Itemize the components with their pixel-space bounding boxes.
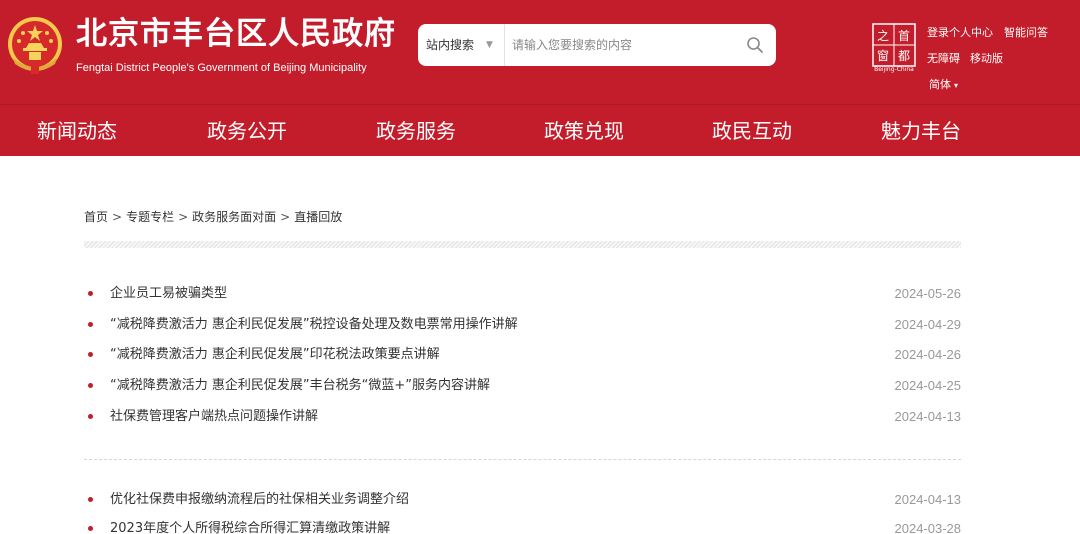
list-item[interactable]: “减税降费激活力 惠企利民促发展”税控设备处理及数电票常用操作讲解 2024-0… [84, 314, 961, 336]
list-item-date: 2024-03-28 [894, 521, 962, 534]
bullet-icon [88, 291, 93, 296]
nav-item-gov-affairs[interactable]: 政务公开 [207, 117, 287, 145]
list-item-title[interactable]: 社保费管理客户端热点问题操作讲解 [110, 408, 318, 426]
language-label: 简体 [929, 78, 951, 91]
bullet-icon [88, 414, 93, 419]
login-link[interactable]: 登录个人中心 [927, 25, 993, 41]
capital-logo-char: 之 [877, 29, 889, 43]
breadcrumb-separator: > [112, 210, 123, 224]
nav-item-fengtai[interactable]: 魅力丰台 [881, 117, 961, 145]
mobile-version-link[interactable]: 移动版 [970, 51, 1003, 67]
breadcrumb: 首页 > 专题专栏 > 政务服务面对面 > 直播回放 [84, 208, 342, 226]
capital-logo-char: 窗 [877, 49, 889, 63]
list-item[interactable]: 企业员工易被骗类型 2024-05-26 [84, 283, 961, 305]
capital-logo-caption: Beijing-China [874, 66, 914, 73]
list-item-date: 2024-05-26 [894, 286, 962, 301]
list-item-date: 2024-04-26 [894, 347, 962, 362]
list-item-date: 2024-04-29 [894, 317, 962, 332]
list-item-title[interactable]: “减税降费激活力 惠企利民促发展”印花税法政策要点讲解 [110, 346, 440, 364]
breadcrumb-current: 直播回放 [294, 210, 343, 224]
breadcrumb-divider [84, 241, 961, 248]
nav-item-gov-services[interactable]: 政务服务 [376, 117, 456, 145]
chevron-down-icon: ▾ [954, 81, 959, 90]
chevron-down-icon[interactable]: ▼ [486, 37, 493, 53]
list-item-title[interactable]: 优化社保费申报缴纳流程后的社保相关业务调整介绍 [110, 491, 409, 509]
search-divider [504, 24, 505, 66]
list-item[interactable]: “减税降费激活力 惠企利民促发展”丰台税务“微蓝+”服务内容讲解 2024-04… [84, 375, 961, 397]
nav-item-policy[interactable]: 政策兑现 [544, 117, 624, 145]
capital-logo-char: 都 [898, 49, 910, 63]
site-header: 北京市丰台区人民政府 Fengtai District People's Gov… [0, 0, 1080, 104]
site-subtitle: Fengtai District People's Government of … [76, 62, 367, 74]
site-title[interactable]: 北京市丰台区人民政府 [76, 14, 396, 54]
search-icon[interactable] [746, 36, 764, 54]
breadcrumb-services-face-to-face[interactable]: 政务服务面对面 [192, 210, 276, 224]
main-nav: 新闻动态 政务公开 政务服务 政策兑现 政民互动 魅力丰台 [0, 104, 1080, 156]
accessibility-link[interactable]: 无障碍 [927, 51, 960, 67]
breadcrumb-special-topics[interactable]: 专题专栏 [126, 210, 174, 224]
list-group-divider [84, 459, 961, 460]
breadcrumb-separator: > [280, 210, 291, 224]
breadcrumb-home[interactable]: 首页 [84, 210, 108, 224]
search-box: 站内搜索 ▼ [418, 24, 776, 66]
bullet-icon [88, 383, 93, 388]
bullet-icon [88, 526, 93, 531]
list-item-title[interactable]: 2023年度个人所得税综合所得汇算清缴政策讲解 [110, 520, 390, 534]
list-item[interactable]: 优化社保费申报缴纳流程后的社保相关业务调整介绍 2024-04-13 [84, 489, 961, 511]
list-item-date: 2024-04-25 [894, 378, 962, 393]
list-item-title[interactable]: “减税降费激活力 惠企利民促发展”丰台税务“微蓝+”服务内容讲解 [110, 377, 490, 395]
smart-qa-link[interactable]: 智能问答 [1004, 25, 1048, 41]
search-scope-select[interactable]: 站内搜索 [426, 36, 474, 54]
list-item-date: 2024-04-13 [894, 409, 962, 424]
bullet-icon [88, 497, 93, 502]
bullet-icon [88, 322, 93, 327]
nav-item-news[interactable]: 新闻动态 [37, 117, 117, 145]
nav-item-interaction[interactable]: 政民互动 [712, 117, 792, 145]
search-input[interactable] [512, 32, 732, 58]
bullet-icon [88, 352, 93, 357]
breadcrumb-separator: > [178, 210, 189, 224]
list-item[interactable]: 2023年度个人所得税综合所得汇算清缴政策讲解 2024-03-28 [84, 518, 961, 534]
list-item[interactable]: 社保费管理客户端热点问题操作讲解 2024-04-13 [84, 406, 961, 428]
capital-logo-char: 首 [898, 29, 910, 43]
list-item-date: 2024-04-13 [894, 492, 962, 507]
list-item-title[interactable]: “减税降费激活力 惠企利民促发展”税控设备处理及数电票常用操作讲解 [110, 316, 518, 334]
national-emblem-icon[interactable] [7, 14, 63, 76]
list-item-title[interactable]: 企业员工易被骗类型 [110, 285, 227, 303]
language-select[interactable]: 简体 ▾ [929, 77, 958, 94]
list-item[interactable]: “减税降费激活力 惠企利民促发展”印花税法政策要点讲解 2024-04-26 [84, 344, 961, 366]
